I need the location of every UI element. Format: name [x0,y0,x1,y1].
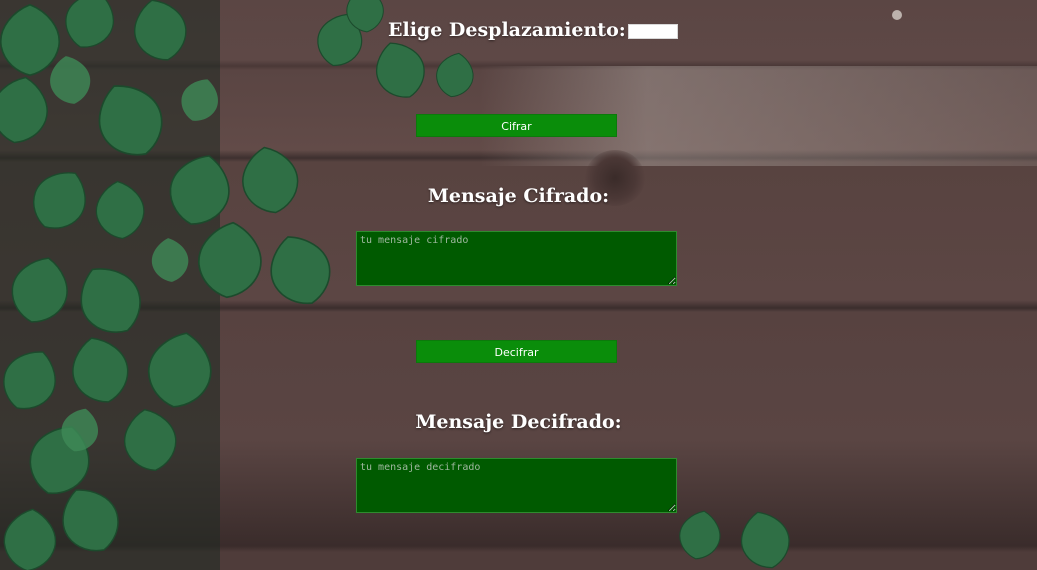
shift-row: Elige Desplazamiento: [388,19,678,41]
shift-label: Elige Desplazamiento: [388,19,626,41]
nail-decoration [892,10,902,20]
cipher-button[interactable]: Cifrar [416,114,617,137]
decipher-button[interactable]: Decifrar [416,340,617,363]
encrypted-heading: Mensaje Cifrado: [427,185,610,207]
encrypted-textarea[interactable] [356,231,677,286]
shift-input[interactable] [627,23,678,39]
decrypted-textarea[interactable] [356,458,677,513]
decrypted-heading: Mensaje Decifrado: [415,411,622,433]
